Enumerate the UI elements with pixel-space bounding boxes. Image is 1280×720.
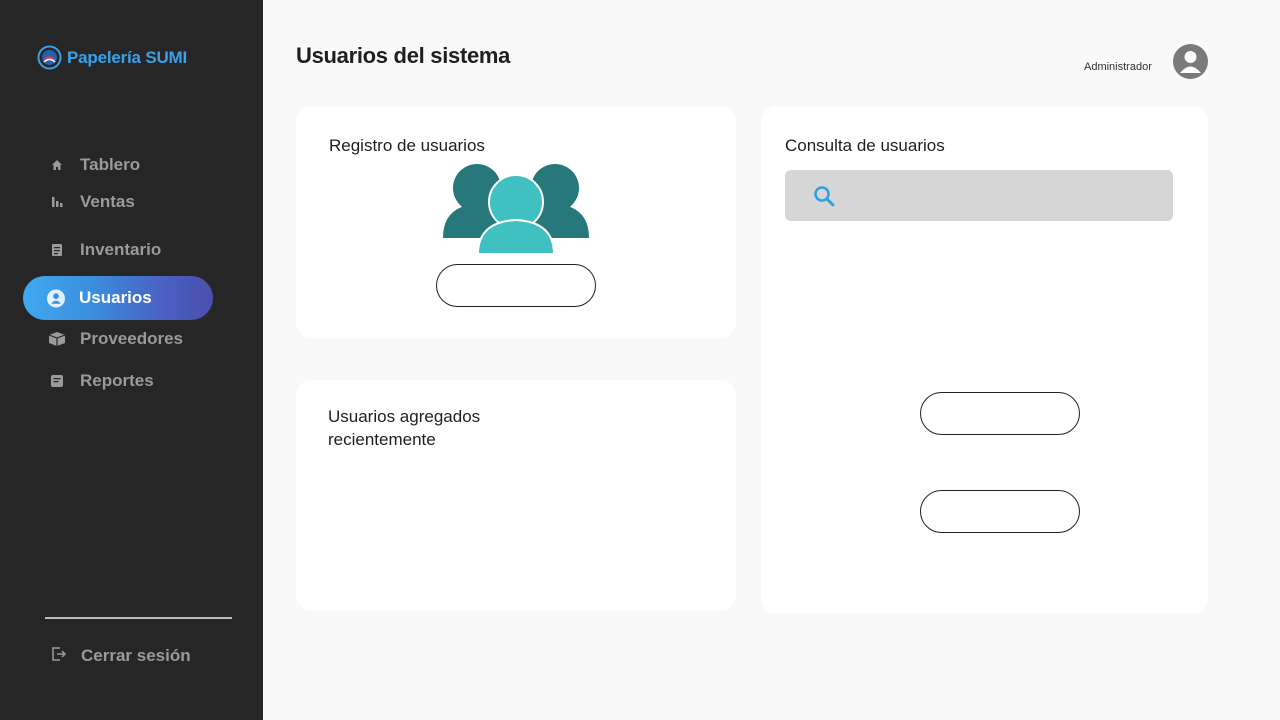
avatar[interactable] [1173,44,1208,79]
consulta-title: Consulta de usuarios [785,136,945,155]
sidebar-item-label: Inventario [80,240,162,259]
consulta-button-2[interactable] [920,490,1080,533]
recent-users-title-line2: recientemente [328,430,436,449]
page-title: Usuarios del sistema [296,43,511,68]
sidebar-item-inventario[interactable]: Inventario [48,235,161,265]
search-bar[interactable] [785,170,1173,221]
circle-logo-icon [37,45,62,70]
user-role: Administrador [1084,61,1152,73]
report-icon [48,372,66,390]
sidebar-item-proveedores[interactable]: Proveedores [48,324,183,354]
recent-users-title-line1: Usuarios agregados [328,407,481,426]
box-icon [48,330,66,348]
sidebar-item-label: Proveedores [80,329,183,348]
sidebar-divider [45,617,232,619]
sidebar-item-usuarios[interactable]: Usuarios [23,276,213,320]
recent-users-title: Usuarios agregados recientemente [328,405,480,451]
brand[interactable]: Papelería SUMI [37,45,187,70]
sidebar: Papelería SUMI Tablero Ventas Inventario… [0,0,263,720]
home-icon [48,156,66,174]
registro-title: Registro de usuarios [329,136,485,155]
sidebar-item-label: Reportes [80,371,154,390]
sidebar-item-ventas[interactable]: Ventas [48,187,135,217]
search-input[interactable] [845,178,1165,213]
logout-button[interactable]: Cerrar sesión [51,641,191,671]
bar-chart-icon [48,193,66,211]
sidebar-item-label: Tablero [80,155,141,174]
logout-label: Cerrar sesión [81,646,191,665]
logout-icon [51,646,67,666]
registro-card: Registro de usuarios [296,106,736,338]
register-button[interactable] [436,264,596,307]
users-group-icon [443,164,589,254]
brand-name: Papelería SUMI [67,47,188,67]
sidebar-item-reportes[interactable]: Reportes [48,366,154,396]
sidebar-item-tablero[interactable]: Tablero [48,150,140,180]
user-avatar-icon [1180,51,1201,73]
consulta-button-1[interactable] [920,392,1080,435]
user-icon [47,289,65,307]
search-icon [814,186,835,207]
clipboard-icon [48,241,66,259]
consulta-card: Consulta de usuarios [761,106,1208,614]
recent-users-card: Usuarios agregados recientemente [296,380,736,611]
sidebar-item-label: Ventas [80,192,135,211]
sidebar-item-label: Usuarios [79,288,152,307]
